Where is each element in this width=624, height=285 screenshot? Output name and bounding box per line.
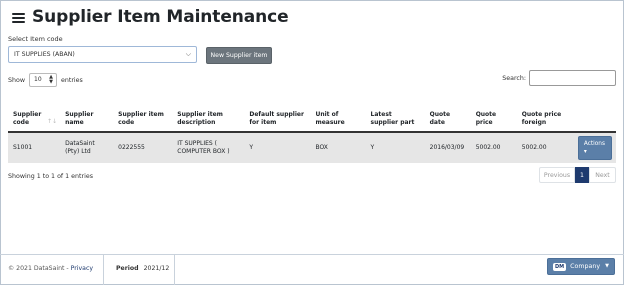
pagination-page-1[interactable]: 1 (575, 167, 589, 183)
cell-quote-price: 5002.00 (475, 144, 501, 151)
cell-actions: Actions ▾ (573, 132, 616, 163)
col-quote-price[interactable]: Quote price (470, 92, 517, 133)
col-supplier-name[interactable]: Supplier name (60, 92, 114, 133)
cell-quote-price-foreign: 5002.00 (521, 144, 547, 151)
col-default-supplier[interactable]: Default supplier for item (244, 92, 311, 133)
col-latest-supplier-part[interactable]: Latest supplier part (365, 92, 425, 133)
cell-description: IT SUPPLIES ( COMPUTER BOX ) (177, 140, 230, 155)
col-quote-date[interactable]: Quote date (424, 92, 471, 133)
col-supplier-code[interactable]: Supplier code ↑↓ (8, 92, 61, 133)
entries-label: entries (61, 76, 83, 84)
supplier-items-table: Supplier code ↑↓ Supplier name Supplier i… (8, 92, 616, 163)
copyright-text: © 2021 DataSaint - (8, 265, 71, 272)
cell-quote-date: 2016/03/09 (429, 144, 465, 151)
cell-supplier-code: S1001 (13, 144, 33, 151)
footer-divider (0, 254, 624, 255)
item-code-select[interactable]: IT SUPPLIES (ABAN) ⌵ (8, 46, 197, 63)
item-code-label: Select Item code (8, 35, 63, 43)
footer-period: Period 2021/12 (116, 265, 169, 272)
col-unit-of-measure[interactable]: Unit of measure (310, 92, 366, 133)
actions-button[interactable]: Actions ▾ (577, 136, 612, 160)
footer-separator (103, 255, 104, 285)
cell-latest-part: Y (370, 144, 375, 151)
search-input[interactable] (529, 70, 616, 86)
sort-icon: ↑↓ (47, 118, 58, 125)
search-label: Search: (502, 74, 526, 82)
company-label: Company (570, 263, 601, 270)
table-search: Search: (502, 70, 616, 86)
pagination-previous[interactable]: Previous (539, 167, 575, 183)
company-button[interactable]: DM Company ▼ (547, 258, 615, 275)
footer-copyright: © 2021 DataSaint - Privacy (8, 265, 93, 272)
page-title: Supplier Item Maintenance (32, 7, 289, 27)
footer-separator (174, 255, 175, 285)
entries-select[interactable]: 10 ▲ ▼ (29, 73, 57, 87)
col-actions (572, 92, 616, 133)
period-label: Period (116, 265, 139, 272)
period-value: 2021/12 (143, 265, 170, 272)
new-supplier-item-button[interactable]: New Supplier item (206, 47, 272, 64)
menu-icon[interactable] (12, 12, 25, 24)
item-code-value: IT SUPPLIES (ABAN) (14, 51, 75, 58)
col-quote-price-foreign[interactable]: Quote price foreign (516, 92, 573, 133)
pagination-next[interactable]: Next (589, 167, 616, 183)
col-supplier-item-description[interactable]: Supplier item description (172, 92, 245, 133)
pagination: Previous 1 Next (539, 167, 616, 183)
table-info: Showing 1 to 1 of 1 entries (8, 173, 93, 180)
show-label: Show (8, 76, 25, 84)
table-header-row: Supplier code ↑↓ Supplier name Supplier i… (8, 92, 616, 133)
entries-value: 10 (34, 76, 42, 83)
entries-length-control: Show 10 ▲ ▼ entries (8, 73, 83, 87)
caret-down-icon: ▼ (605, 263, 609, 269)
privacy-link[interactable]: Privacy (71, 265, 93, 272)
updown-icon: ▲ ▼ (49, 74, 53, 85)
page-header: Supplier Item Maintenance (12, 7, 289, 27)
table-row[interactable]: S1001 DataSaint (Pty) Ltd 0222555 IT SUP… (8, 132, 616, 163)
cell-supplier-name: DataSaint (Pty) Ltd (65, 140, 95, 155)
chevron-down-icon: ⌵ (185, 50, 191, 58)
cell-supplier-item-code: 0222555 (118, 144, 145, 151)
cell-default-supplier: Y (249, 144, 254, 151)
dm-logo-icon: DM (553, 262, 567, 271)
col-supplier-item-code[interactable]: Supplier item code (113, 92, 173, 133)
cell-unit: BOX (315, 144, 328, 151)
